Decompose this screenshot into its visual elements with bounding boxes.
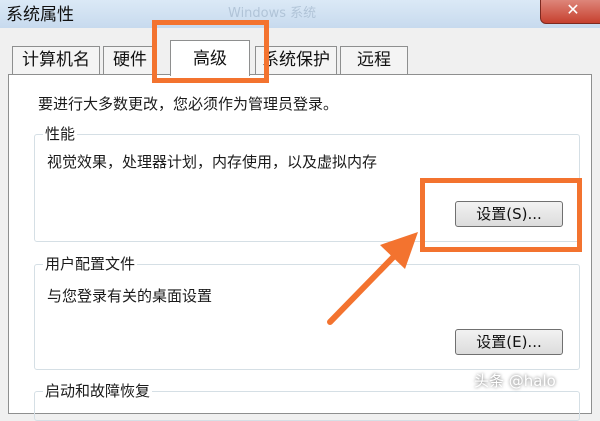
annotation-arrow [327, 232, 418, 325]
watermark: 头条 @halo [474, 372, 556, 390]
